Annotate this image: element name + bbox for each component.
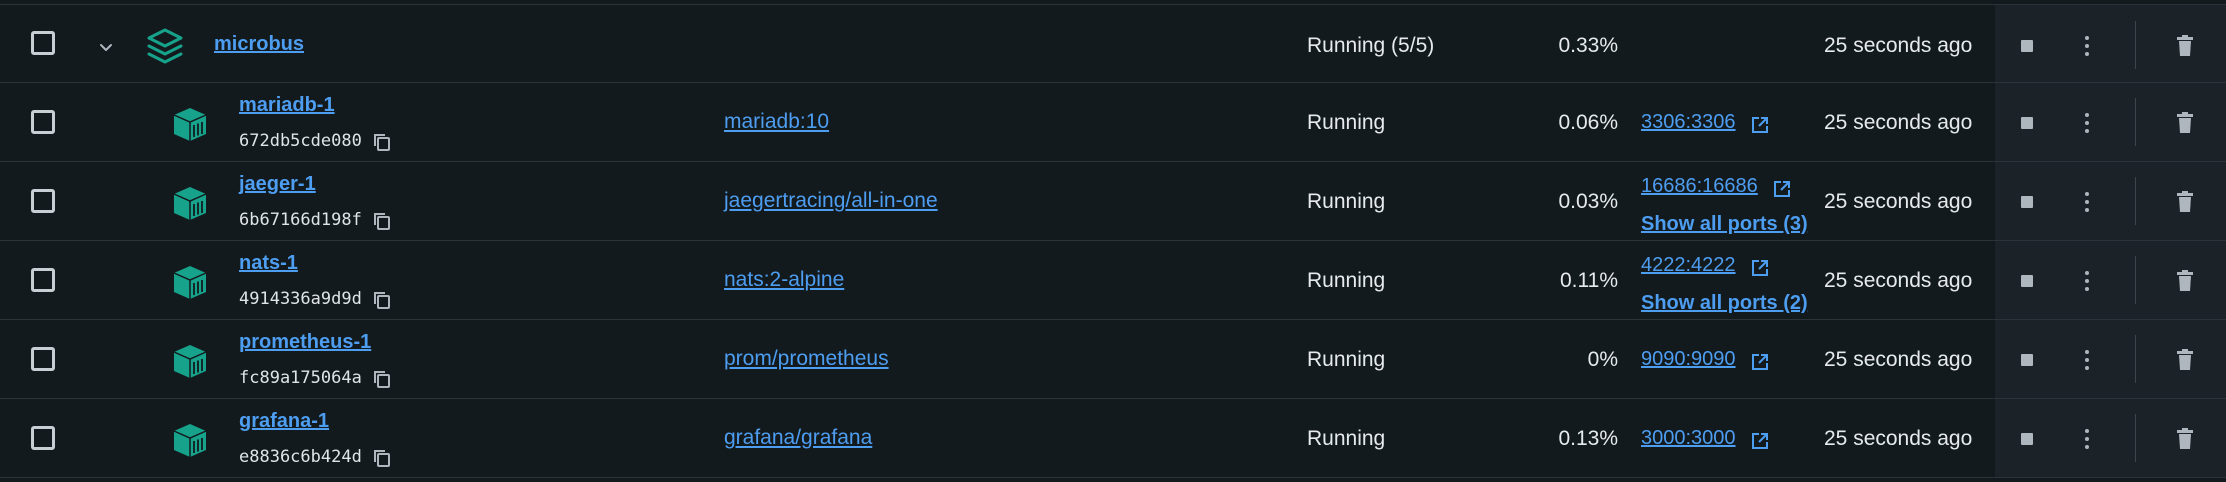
copy-icon[interactable] xyxy=(372,132,392,152)
actions-divider xyxy=(2135,335,2136,383)
more-vertical-icon[interactable] xyxy=(2077,427,2097,451)
container-cube-icon xyxy=(173,424,207,457)
container-row-prometheus-1[interactable]: prometheus-1 fc89a175064a prom/prometheu… xyxy=(0,320,2226,399)
containers-table: microbus Running (5/5) 0.33% 25 seconds … xyxy=(0,0,2226,482)
trash-icon[interactable] xyxy=(2175,191,2195,213)
actions-divider xyxy=(2135,256,2136,304)
copy-icon[interactable] xyxy=(372,290,392,310)
external-link-icon[interactable] xyxy=(1750,115,1770,135)
container-cube-icon xyxy=(173,108,207,141)
container-last-started: 25 seconds ago xyxy=(1824,348,1973,371)
group-name-link[interactable]: microbus xyxy=(214,33,304,56)
group-status: Running (5/5) xyxy=(1307,34,1435,57)
container-id: e8836c6b424d xyxy=(239,447,362,467)
external-link-icon[interactable] xyxy=(1750,352,1770,372)
container-id: 672db5cde080 xyxy=(239,131,362,151)
container-id: 4914336a9d9d xyxy=(239,289,362,309)
container-status: Running xyxy=(1307,348,1386,371)
external-link-icon[interactable] xyxy=(1750,431,1770,451)
container-name-link[interactable]: mariadb-1 xyxy=(239,94,335,117)
group-last-started: 25 seconds ago xyxy=(1824,34,1973,57)
container-image-link[interactable]: prom/prometheus xyxy=(724,347,889,371)
container-id: 6b67166d198f xyxy=(239,210,362,230)
container-last-started: 25 seconds ago xyxy=(1824,111,1973,134)
container-cpu: 0.13% xyxy=(1558,427,1618,450)
stop-icon[interactable] xyxy=(2017,192,2037,212)
group-checkbox[interactable] xyxy=(31,31,55,55)
container-name-link[interactable]: grafana-1 xyxy=(239,410,329,433)
container-image-link[interactable]: grafana/grafana xyxy=(724,426,872,450)
container-cpu: 0.11% xyxy=(1560,269,1618,292)
container-cpu: 0.03% xyxy=(1558,190,1618,213)
external-link-icon[interactable] xyxy=(1750,258,1770,278)
container-image-link[interactable]: jaegertracing/all-in-one xyxy=(724,189,938,213)
container-name-link[interactable]: jaeger-1 xyxy=(239,173,316,196)
show-all-ports-link[interactable]: Show all ports (2) xyxy=(1641,292,1808,315)
stop-icon[interactable] xyxy=(2017,36,2037,56)
trash-icon[interactable] xyxy=(2175,35,2195,57)
group-row-microbus[interactable]: microbus Running (5/5) 0.33% 25 seconds … xyxy=(0,4,2226,83)
row-checkbox[interactable] xyxy=(31,347,55,371)
stack-layers-icon xyxy=(147,28,183,64)
row-checkbox[interactable] xyxy=(31,189,55,213)
copy-icon[interactable] xyxy=(372,211,392,231)
actions-divider xyxy=(2135,21,2136,69)
stop-icon[interactable] xyxy=(2017,350,2037,370)
port-link[interactable]: 9090:9090 xyxy=(1641,348,1736,371)
port-link[interactable]: 16686:16686 xyxy=(1641,175,1758,198)
stop-icon[interactable] xyxy=(2017,429,2037,449)
container-status: Running xyxy=(1307,427,1386,450)
container-cpu: 0% xyxy=(1587,348,1618,371)
trash-icon[interactable] xyxy=(2175,270,2195,292)
port-link[interactable]: 3306:3306 xyxy=(1641,111,1736,134)
container-id: fc89a175064a xyxy=(239,368,362,388)
container-cube-icon xyxy=(173,266,207,299)
trash-icon[interactable] xyxy=(2175,112,2195,134)
port-link[interactable]: 3000:3000 xyxy=(1641,427,1736,450)
actions-divider xyxy=(2135,414,2136,462)
container-cube-icon xyxy=(173,345,207,378)
container-last-started: 25 seconds ago xyxy=(1824,190,1973,213)
actions-divider xyxy=(2135,177,2136,225)
actions-divider xyxy=(2135,98,2136,146)
copy-icon[interactable] xyxy=(372,448,392,468)
more-vertical-icon[interactable] xyxy=(2077,34,2097,58)
stop-icon[interactable] xyxy=(2017,113,2037,133)
row-checkbox[interactable] xyxy=(31,268,55,292)
container-status: Running xyxy=(1307,111,1386,134)
copy-icon[interactable] xyxy=(372,369,392,389)
container-row-mariadb-1[interactable]: mariadb-1 672db5cde080 mariadb:10 Runnin… xyxy=(0,83,2226,162)
container-row-grafana-1[interactable]: grafana-1 e8836c6b424d grafana/grafana R… xyxy=(0,399,2226,478)
container-row-jaeger-1[interactable]: jaeger-1 6b67166d198f jaegertracing/all-… xyxy=(0,162,2226,241)
container-last-started: 25 seconds ago xyxy=(1824,269,1973,292)
more-vertical-icon[interactable] xyxy=(2077,269,2097,293)
container-row-nats-1[interactable]: nats-1 4914336a9d9d nats:2-alpine Runnin… xyxy=(0,241,2226,320)
external-link-icon[interactable] xyxy=(1772,179,1792,199)
row-checkbox[interactable] xyxy=(31,110,55,134)
container-image-link[interactable]: nats:2-alpine xyxy=(724,268,844,292)
group-cpu: 0.33% xyxy=(1558,34,1618,57)
container-name-link[interactable]: prometheus-1 xyxy=(239,331,371,354)
container-image-link[interactable]: mariadb:10 xyxy=(724,110,829,134)
chevron-down-icon[interactable] xyxy=(96,38,116,58)
stop-icon[interactable] xyxy=(2017,271,2037,291)
container-status: Running xyxy=(1307,269,1386,292)
trash-icon[interactable] xyxy=(2175,349,2195,371)
show-all-ports-link[interactable]: Show all ports (3) xyxy=(1641,213,1808,236)
container-cube-icon xyxy=(173,187,207,220)
container-status: Running xyxy=(1307,190,1386,213)
container-name-link[interactable]: nats-1 xyxy=(239,252,298,275)
trash-icon[interactable] xyxy=(2175,428,2195,450)
row-checkbox[interactable] xyxy=(31,426,55,450)
container-last-started: 25 seconds ago xyxy=(1824,427,1973,450)
more-vertical-icon[interactable] xyxy=(2077,348,2097,372)
more-vertical-icon[interactable] xyxy=(2077,111,2097,135)
more-vertical-icon[interactable] xyxy=(2077,190,2097,214)
container-cpu: 0.06% xyxy=(1558,111,1618,134)
port-link[interactable]: 4222:4222 xyxy=(1641,254,1736,277)
